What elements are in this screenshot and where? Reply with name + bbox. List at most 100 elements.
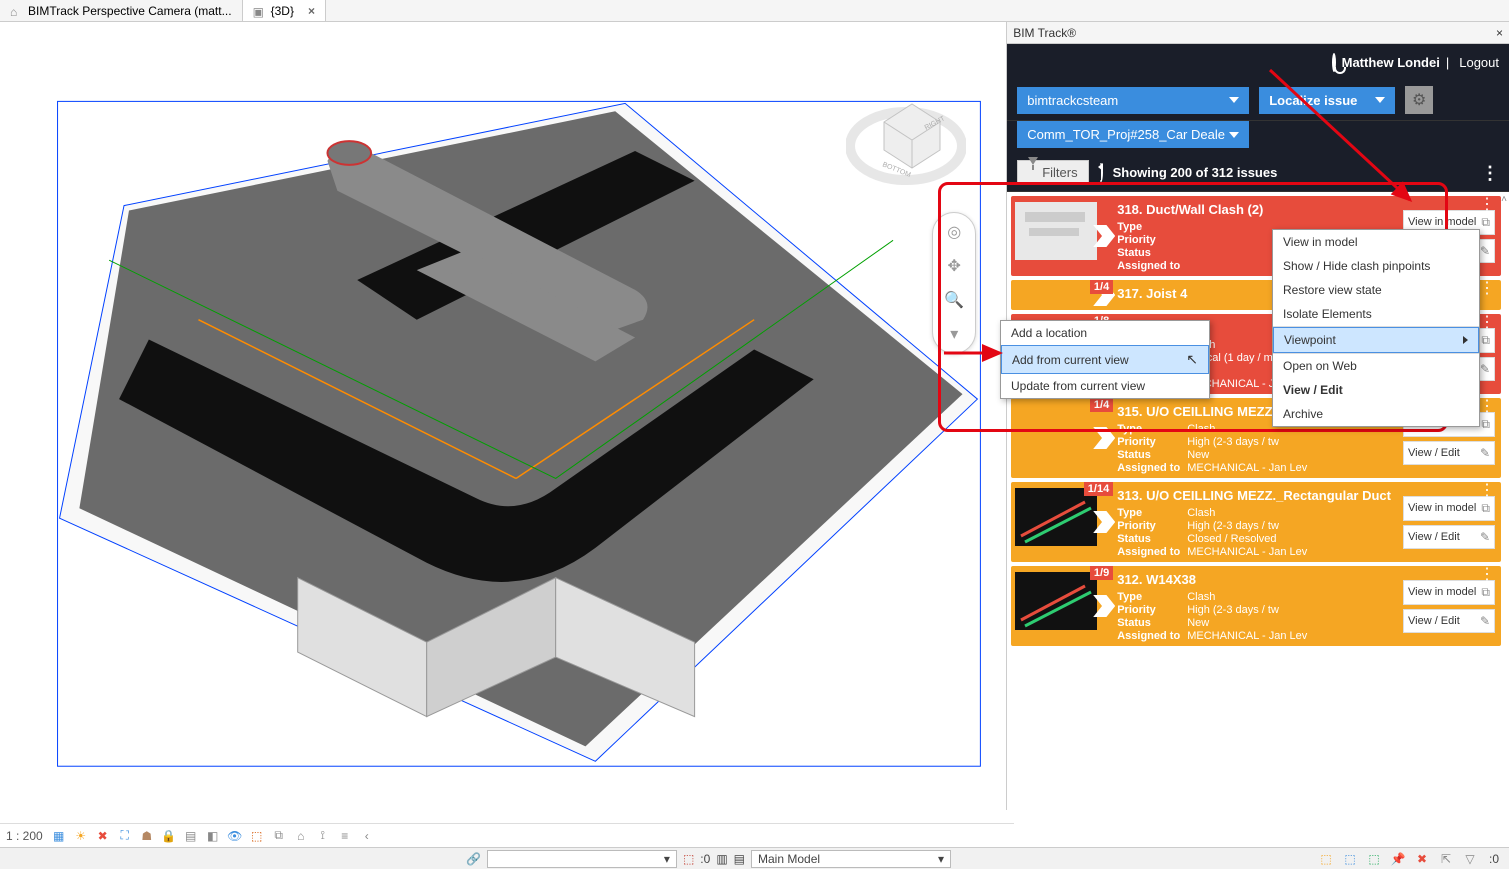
- refresh-icon: [1099, 163, 1103, 182]
- sheet-icon[interactable]: ▤: [734, 852, 745, 866]
- hide-icon[interactable]: 👁: [227, 828, 243, 844]
- view-edit-button[interactable]: View / Edit✎: [1403, 609, 1495, 633]
- orbit-icon[interactable]: ◎: [941, 219, 967, 245]
- issue-card[interactable]: 1/9312. W14X38TypeClashPriorityHigh (2-3…: [1011, 566, 1501, 646]
- sel-zero: :0: [1485, 850, 1503, 868]
- issue-title: 313. U/O CEILLING MEZZ._Rectangular Duct: [1117, 488, 1391, 503]
- view-in-model-button[interactable]: View in model⧉: [1403, 580, 1495, 605]
- field-value-priority: High (2-3 days / tw: [1187, 436, 1391, 448]
- filter-row: Filters Showing 200 of 312 issues ⋮: [1007, 154, 1509, 192]
- zoom-icon[interactable]: 🔍: [941, 287, 967, 313]
- menu-archive[interactable]: Archive: [1273, 402, 1479, 426]
- detail-level-icon[interactable]: ▤: [183, 828, 199, 844]
- issue-thumb-col: 1/4: [1011, 398, 1111, 478]
- model-display-icon[interactable]: ▦: [51, 828, 67, 844]
- scroll-up-icon[interactable]: ˄: [1501, 194, 1507, 205]
- select-pinned-icon[interactable]: 📌: [1389, 850, 1407, 868]
- submenu-add-location[interactable]: Add a location: [1001, 321, 1209, 345]
- user-icon: [1332, 55, 1336, 70]
- more-icon[interactable]: ‹: [359, 828, 375, 844]
- nav-chevron-down-icon[interactable]: ▾: [941, 321, 967, 347]
- logout-link[interactable]: Logout: [1459, 55, 1499, 70]
- issue-thumb-col: [1011, 196, 1111, 276]
- select-underlay-icon[interactable]: ⬚: [1365, 850, 1383, 868]
- menu-open-on-web[interactable]: Open on Web: [1273, 354, 1479, 378]
- field-label-assigned: Assigned to: [1117, 462, 1187, 474]
- list-menu-button[interactable]: ⋮: [1481, 169, 1499, 177]
- menu-restore-view-state[interactable]: Restore view state: [1273, 278, 1479, 302]
- issue-card[interactable]: 1/14313. U/O CEILLING MEZZ._Rectangular …: [1011, 482, 1501, 562]
- view-in-model-button[interactable]: View in model⧉: [1403, 496, 1495, 521]
- field-label-assigned: Assigned to: [1117, 546, 1187, 558]
- menu-view-edit[interactable]: View / Edit: [1273, 378, 1479, 402]
- menu-show-hide-pinpoints[interactable]: Show / Hide clash pinpoints: [1273, 254, 1479, 278]
- constraints-icon[interactable]: ⟟: [315, 828, 331, 844]
- menu-isolate-elements[interactable]: Isolate Elements: [1273, 302, 1479, 326]
- select-face-icon[interactable]: ✖: [1413, 850, 1431, 868]
- hub-dropdown[interactable]: bimtrackcsteam: [1017, 87, 1249, 114]
- temporary-icon[interactable]: ⌂: [293, 828, 309, 844]
- open-icon: ⧉: [1481, 501, 1490, 516]
- worksharing-icon[interactable]: ⧉: [271, 828, 287, 844]
- issue-thumbnail[interactable]: [1015, 286, 1097, 310]
- view-edit-button[interactable]: View / Edit✎: [1403, 525, 1495, 549]
- pan-icon[interactable]: ✥: [941, 253, 967, 279]
- project-dropdown[interactable]: Comm_TOR_Proj#258_Car Deale: [1017, 121, 1249, 148]
- tab-perspective-camera[interactable]: ⌂ BIMTrack Perspective Camera (matt...: [0, 0, 243, 21]
- issue-menu-button[interactable]: ⋮: [1479, 570, 1495, 580]
- select-icon[interactable]: ⬚: [683, 852, 694, 866]
- select-elements-icon[interactable]: ⬚: [1317, 850, 1335, 868]
- pencil-icon: ✎: [1480, 614, 1490, 628]
- filter-selection-icon[interactable]: ▽: [1461, 850, 1479, 868]
- view-edit-button[interactable]: View / Edit✎: [1403, 441, 1495, 465]
- close-icon[interactable]: ×: [308, 4, 315, 18]
- field-label-status: Status: [1117, 533, 1187, 545]
- submenu-update-from-current[interactable]: Update from current view: [1001, 374, 1209, 398]
- panel-titlebar: BIM Track® ×: [1007, 22, 1509, 44]
- pencil-icon: ✎: [1480, 362, 1490, 376]
- issue-thumbnail[interactable]: [1015, 488, 1097, 546]
- issue-menu-button[interactable]: ⋮: [1479, 486, 1495, 496]
- issue-menu-button[interactable]: ⋮: [1479, 284, 1495, 294]
- localize-button[interactable]: Localize issue: [1259, 87, 1395, 114]
- drag-icon[interactable]: ⇱: [1437, 850, 1455, 868]
- issue-count-badge: 1/4: [1090, 280, 1113, 294]
- filters-button[interactable]: Filters: [1017, 160, 1088, 185]
- issue-thumbnail[interactable]: [1015, 404, 1097, 462]
- panel-header: Matthew Londei | Logout: [1007, 44, 1509, 80]
- scale-label[interactable]: 1 : 200: [6, 829, 43, 843]
- sun-path-icon[interactable]: ☀: [73, 828, 89, 844]
- lock-icon[interactable]: 🔒: [161, 828, 177, 844]
- select-links-icon[interactable]: ⬚: [1341, 850, 1359, 868]
- shadows-icon[interactable]: ✖: [95, 828, 111, 844]
- field-value-type: Clash: [1187, 591, 1391, 603]
- viewport-3d[interactable]: RIGHT BOTTOM ◎ ✥ 🔍 ▾: [0, 22, 1007, 810]
- render-icon[interactable]: ☗: [139, 828, 155, 844]
- link-icon[interactable]: 🔗: [466, 852, 481, 866]
- chevron-down-icon: [1229, 97, 1239, 103]
- close-icon[interactable]: ×: [1496, 26, 1503, 40]
- menu-view-in-model[interactable]: View in model: [1273, 230, 1479, 254]
- page-icon[interactable]: ▥: [716, 852, 727, 866]
- view-cube[interactable]: RIGHT BOTTOM: [846, 82, 966, 192]
- reveal-icon[interactable]: ⬚: [249, 828, 265, 844]
- refresh-button[interactable]: [1099, 165, 1103, 180]
- open-icon: ⧉: [1481, 417, 1490, 432]
- crop-icon[interactable]: ⛶: [117, 828, 133, 844]
- cube-icon: ▣: [253, 5, 265, 17]
- issue-thumbnail[interactable]: [1015, 202, 1097, 260]
- visual-style-icon[interactable]: ◧: [205, 828, 221, 844]
- tab-3d[interactable]: ▣ {3D} ×: [243, 0, 326, 21]
- issue-menu-button[interactable]: ⋮: [1479, 402, 1495, 412]
- issue-menu-button[interactable]: ⋮: [1479, 318, 1495, 328]
- analytical-icon[interactable]: ≡: [337, 828, 353, 844]
- issue-thumbnail[interactable]: [1015, 572, 1097, 630]
- workset-combo[interactable]: ▾: [487, 850, 677, 868]
- viewpoint-submenu: Add a location Add from current view ↖ U…: [1000, 320, 1210, 399]
- settings-button[interactable]: ⚙: [1405, 86, 1433, 114]
- model-combo[interactable]: Main Model ▾: [751, 850, 951, 868]
- menu-viewpoint[interactable]: Viewpoint: [1273, 327, 1479, 353]
- submenu-add-from-current[interactable]: Add from current view ↖: [1001, 345, 1209, 374]
- issue-menu-button[interactable]: ⋮: [1479, 200, 1495, 210]
- view-status-bar: 1 : 200 ▦ ☀ ✖ ⛶ ☗ 🔒 ▤ ◧ 👁 ⬚ ⧉ ⌂ ⟟ ≡ ‹: [0, 823, 1014, 847]
